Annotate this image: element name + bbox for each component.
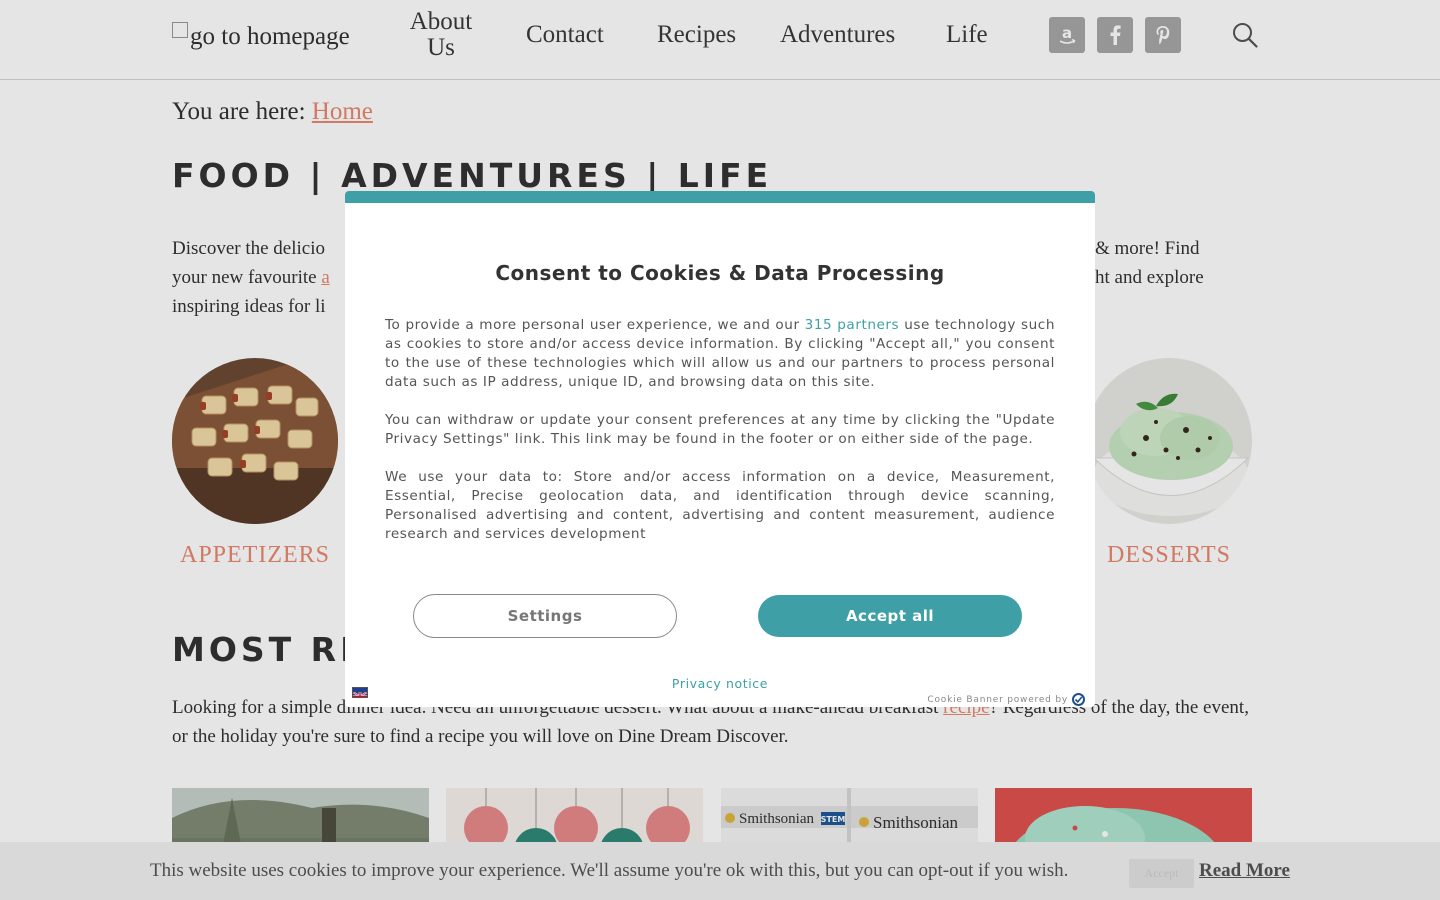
consent-modal-accent-bar: [345, 191, 1095, 203]
consent-paragraph-1: To provide a more personal user experien…: [385, 316, 1055, 392]
consent-modal-body: To provide a more personal user experien…: [385, 316, 1055, 563]
consent-modal: Consent to Cookies & Data Processing To …: [345, 191, 1095, 707]
check-badge-icon: [1072, 693, 1085, 706]
privacy-notice-link[interactable]: Privacy notice: [345, 676, 1095, 691]
powered-by-text: Cookie Banner powered by: [927, 694, 1068, 705]
consent-paragraph-3: We use your data to: Store and/or access…: [385, 469, 1055, 542]
powered-by[interactable]: Cookie Banner powered by: [927, 693, 1085, 706]
language-flag-icon[interactable]: [352, 687, 368, 698]
settings-button[interactable]: Settings: [413, 594, 677, 638]
accept-all-button[interactable]: Accept all: [758, 595, 1022, 637]
consent-paragraph-2: You can withdraw or update your consent …: [385, 412, 1055, 447]
consent-modal-title: Consent to Cookies & Data Processing: [495, 261, 945, 285]
partners-link[interactable]: 315 partners: [805, 317, 900, 333]
consent-p1-start: To provide a more personal user experien…: [385, 317, 805, 333]
